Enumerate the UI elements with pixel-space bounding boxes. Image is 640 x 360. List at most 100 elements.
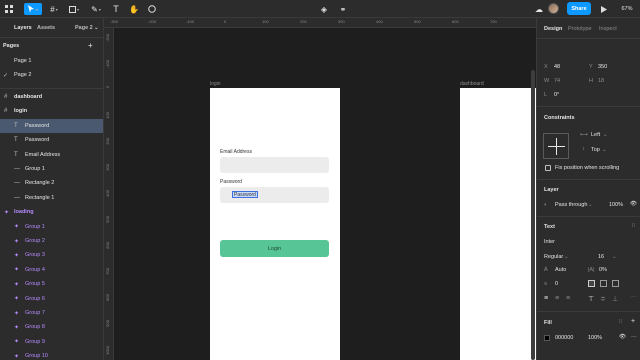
auto-width-icon[interactable] (588, 280, 595, 287)
tab-design[interactable]: Design (544, 26, 562, 32)
add-page-icon[interactable]: + (88, 41, 93, 50)
login-button[interactable]: Login (220, 240, 329, 257)
chevron-down-icon[interactable]: ⌄ (564, 254, 569, 260)
align-left-icon[interactable]: ≡ (544, 295, 548, 302)
tab-prototype[interactable]: Prototype (568, 26, 592, 32)
constraints-widget[interactable] (543, 133, 569, 159)
text-tool-icon[interactable]: T (110, 3, 122, 15)
blend-mode-select[interactable]: Pass through (555, 202, 587, 208)
layer-row[interactable]: ✦ Group 10 (0, 349, 103, 360)
play-icon[interactable] (598, 3, 610, 15)
layer-row[interactable]: ✦ Group 6 (0, 292, 103, 306)
letter-spacing-input[interactable]: 0% (599, 267, 607, 273)
layer-row[interactable]: ✦ Group 2 (0, 234, 103, 248)
comment-tool-icon[interactable] (146, 3, 158, 15)
layer-row[interactable]: T Password (0, 118, 103, 133)
password-text-selected[interactable]: Password (232, 191, 258, 198)
eye-icon[interactable]: 👁 (619, 334, 626, 340)
layer-row[interactable]: # login (0, 104, 103, 118)
align-right-icon[interactable]: ≡ (566, 295, 570, 302)
divider (537, 216, 640, 217)
fix-scroll-checkbox[interactable] (545, 165, 551, 171)
align-center-icon[interactable]: ≡ (555, 295, 559, 302)
chevron-down-icon[interactable]: ⌄ (602, 147, 607, 153)
constraint-vertical-select[interactable]: Top (591, 147, 600, 153)
tab-assets[interactable]: Assets (37, 25, 55, 31)
frame-label-login[interactable]: login (210, 81, 221, 87)
layer-row[interactable]: ✦ Group 8 (0, 320, 103, 334)
fill-color-swatch[interactable] (544, 335, 550, 341)
paragraph-spacing-input[interactable]: 0 (555, 281, 558, 287)
layer-row[interactable]: ✦ Group 4 (0, 263, 103, 277)
layer-row[interactable]: # dashboard (0, 90, 103, 104)
password-field[interactable]: Password (220, 187, 329, 203)
tab-inspect[interactable]: Inspect (599, 26, 617, 32)
layer-row[interactable]: ✦ Group 7 (0, 306, 103, 320)
layer-row[interactable]: — Group 1 (0, 162, 103, 176)
y-input[interactable]: 350 (598, 64, 607, 70)
link-icon[interactable]: ⚭ (337, 3, 349, 15)
canvas-scrollbar[interactable] (531, 70, 535, 360)
email-field[interactable] (220, 157, 329, 173)
frame-tool-icon[interactable]: # ▾ (46, 3, 62, 15)
page-item[interactable]: ✓ Page 2 (0, 68, 103, 82)
align-middle-icon[interactable]: ≑ (600, 295, 606, 303)
eye-icon[interactable]: 👁 (630, 201, 637, 207)
fill-styles-icon[interactable]: ⁞⁞ (619, 319, 622, 325)
align-bottom-icon[interactable]: ⊥ (612, 295, 618, 303)
font-size-input[interactable]: 16 (598, 254, 604, 260)
zoom-level[interactable]: 67% (617, 3, 637, 15)
fix-scroll-label[interactable]: Fix position when scrolling (555, 165, 619, 171)
login-frame[interactable]: Email Address Password Password Login (210, 88, 340, 360)
share-button[interactable]: Share (567, 2, 591, 15)
layer-row[interactable]: T Password (0, 133, 103, 147)
tab-layers[interactable]: Layers (14, 25, 32, 31)
rotation-input[interactable]: 0° (554, 92, 559, 98)
layer-row[interactable]: ✦ Group 9 (0, 335, 103, 349)
constraint-horizontal-select[interactable]: Left (591, 132, 600, 138)
w-input[interactable]: 74 (554, 78, 560, 84)
layer-row[interactable]: — Rectangle 2 (0, 176, 103, 190)
fixed-size-icon[interactable] (612, 280, 619, 287)
layer-row[interactable]: ✦ Group 5 (0, 277, 103, 291)
shape-tool-icon[interactable]: ▾ (66, 3, 82, 15)
move-tool-icon[interactable]: ▾ (24, 3, 42, 15)
password-label[interactable]: Password (220, 179, 242, 185)
canvas[interactable]: login dashboard Email Address Password P… (114, 28, 536, 360)
fill-opacity-input[interactable]: 100% (588, 335, 602, 341)
component-icon[interactable]: ◈ (318, 3, 330, 15)
dashboard-frame[interactable] (460, 88, 536, 360)
hand-tool-icon[interactable]: ✋ (128, 3, 140, 15)
layer-row[interactable]: ✦ loading (0, 205, 103, 219)
component-icon: ✦ (14, 238, 20, 245)
layer-row[interactable]: ✦ Group 1 (0, 220, 103, 234)
font-family-select[interactable]: Inter (544, 239, 555, 245)
page-selector[interactable]: Page 2 (75, 25, 93, 31)
fill-hex-input[interactable]: 000000 (555, 335, 573, 341)
chevron-down-icon[interactable]: ⌄ (94, 25, 99, 31)
h-input[interactable]: 18 (598, 78, 604, 84)
x-input[interactable]: 48 (554, 64, 560, 70)
layer-opacity[interactable]: 100% (609, 202, 623, 208)
auto-height-icon[interactable] (600, 280, 607, 287)
page-item[interactable]: Page 1 (0, 54, 103, 68)
layer-row[interactable]: ✦ Group 3 (0, 248, 103, 262)
frame-label-dashboard[interactable]: dashboard (460, 81, 484, 87)
align-top-icon[interactable]: ⊤ (588, 295, 594, 303)
line-height-input[interactable]: Auto (555, 267, 566, 273)
text-styles-icon[interactable]: ⁞⁞ (632, 223, 635, 229)
mask-icon[interactable]: ☁ (533, 3, 545, 15)
chevron-down-icon[interactable]: ⌄ (603, 132, 608, 138)
main-menu-icon[interactable] (2, 3, 16, 15)
more-options-icon[interactable]: ⋯ (631, 295, 637, 301)
avatar[interactable] (548, 3, 559, 14)
remove-fill-icon[interactable]: — (631, 334, 637, 340)
font-weight-select[interactable]: Regular (544, 254, 563, 260)
layer-row[interactable]: T Email Address (0, 148, 103, 162)
layer-row[interactable]: — Rectangle 1 (0, 191, 103, 205)
email-label[interactable]: Email Address (220, 149, 252, 155)
pen-tool-icon[interactable]: ✎ ▾ (88, 3, 104, 15)
add-fill-icon[interactable]: + (631, 318, 635, 325)
chevron-down-icon[interactable]: ⌄ (612, 254, 617, 260)
chevron-down-icon[interactable]: ⌄ (588, 202, 593, 208)
